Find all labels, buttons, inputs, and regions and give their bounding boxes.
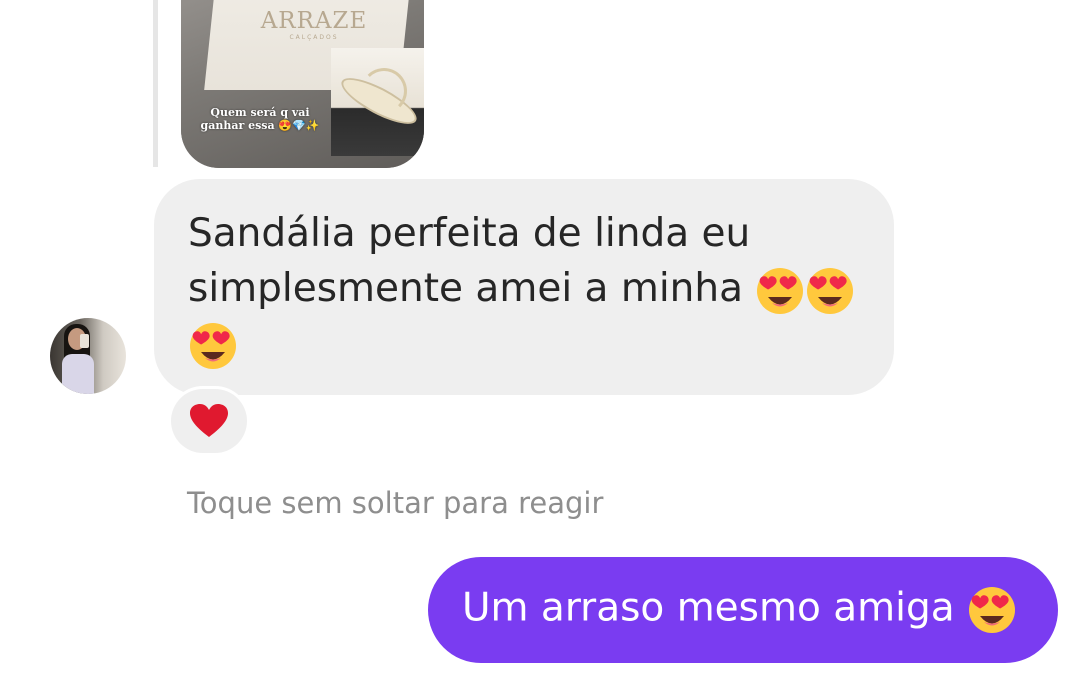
sent-message-bubble[interactable]: Um arraso mesmo amiga: [428, 557, 1058, 663]
sender-avatar[interactable]: [50, 318, 126, 394]
message-reaction[interactable]: [168, 386, 250, 456]
reaction-pill: [171, 389, 247, 453]
story-sandal-photo: [331, 48, 424, 156]
story-brand-subtext: CALÇADOS: [289, 34, 339, 41]
heart-eyes-emoji-icon: [757, 267, 804, 314]
story-caption: Quem será q vai ganhar essa 😍💎✨: [200, 106, 320, 132]
received-message-text: Sandália perfeita de linda eu simplesmen…: [188, 206, 868, 371]
heart-eyes-emoji-icon: [190, 322, 236, 369]
story-reply-thumbnail[interactable]: ARRAZE CALÇADOS Quem será q vai ganhar e…: [181, 0, 424, 168]
story-brand-text: ARRAZE: [260, 8, 368, 34]
heart-eyes-emoji-icon: [807, 267, 854, 314]
heart-icon: [190, 404, 228, 437]
received-message-body: Sandália perfeita de linda eu simplesmen…: [188, 211, 751, 311]
react-hint-text: Toque sem soltar para reagir: [187, 486, 604, 520]
story-reply-indicator: [153, 0, 158, 167]
heart-eyes-emoji-icon: [969, 587, 1016, 633]
sent-message-text: Um arraso mesmo amiga: [462, 585, 1017, 635]
received-message-bubble[interactable]: Sandália perfeita de linda eu simplesmen…: [154, 179, 894, 395]
sent-message-body: Um arraso mesmo amiga: [462, 585, 955, 631]
